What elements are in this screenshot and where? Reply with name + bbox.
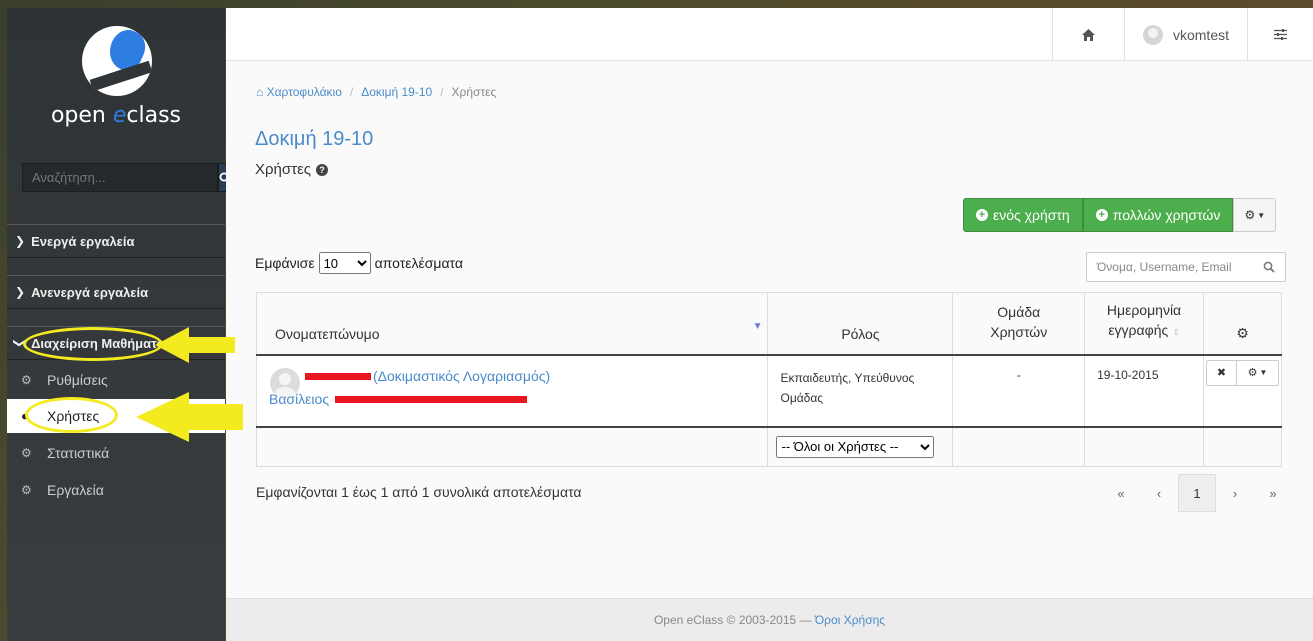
sort-desc-icon: ▼ <box>752 321 763 332</box>
sliders-icon <box>1274 29 1287 40</box>
user-actions-group: + ενός χρήστη + πολλών χρηστών ⚙ ▼ <box>963 198 1277 232</box>
user-email-link[interactable]: Βασίλειος <box>269 391 755 411</box>
home-icon <box>1082 28 1095 41</box>
caret-down-icon: ▼ <box>1259 368 1268 377</box>
sidebar-search-input[interactable] <box>22 163 218 192</box>
user-role-cell: Εκπαιδευτής, Υπεύθυνος Ομάδας <box>767 354 954 427</box>
eclass-logo[interactable] <box>82 26 152 96</box>
add-many-users-button[interactable]: + πολλών χρηστών <box>1082 198 1234 232</box>
gears-icon: ⚙ <box>21 483 32 497</box>
table-filter-input[interactable]: Όνομα, Username, Email <box>1086 252 1286 282</box>
sidebar-search <box>22 163 232 192</box>
column-header-group[interactable]: Ομάδα Χρηστών <box>952 292 1086 356</box>
close-icon: ✖ <box>1216 367 1227 379</box>
footer: Open eClass © 2003-2015 — Όροι Χρήσης <box>226 598 1313 641</box>
user-group-cell: - <box>952 354 1086 427</box>
gears-icon: ⚙ <box>1236 324 1249 341</box>
avatar <box>1142 24 1163 45</box>
sidebar: open eclass ❯ Ενεργά εργαλεία ❯ Ανενεργά… <box>7 8 232 641</box>
top-navbar: vkomtest <box>226 8 1313 61</box>
table-row: (Δοκιμαστικός Λογαριασμός) Βασίλειος Εκπ… <box>255 354 1283 427</box>
user-options-dropdown[interactable]: ⚙ ▼ <box>1236 359 1279 386</box>
page-length-control: Εμφάνισε 10 αποτελέσματα <box>255 252 463 274</box>
chevron-right-icon: ❯ <box>15 285 26 299</box>
user-date-cell: 19-10-2015 <box>1084 354 1204 427</box>
highlight-ellipse <box>23 327 163 361</box>
main-content: vkomtest ⌂ Χαρτοφυλάκιο / Δοκιμή 19-10 /… <box>226 8 1313 641</box>
gears-icon: ⚙ <box>1244 208 1256 222</box>
add-one-user-button[interactable]: + ενός χρήστη <box>963 198 1083 232</box>
chevron-right-icon: ❯ <box>15 234 26 248</box>
user-name-cell: (Δοκιμαστικός Λογαριασμός) Βασίλειος <box>255 354 769 427</box>
pagination-prev[interactable]: ‹ <box>1140 474 1178 512</box>
help-icon[interactable]: ? <box>315 163 328 176</box>
table-info: Εμφανίζονται 1 έως 1 από 1 συνολικά αποτ… <box>256 484 582 500</box>
user-name-link[interactable]: (Δοκιμαστικός Λογαριασμός) <box>305 368 755 388</box>
highlight-ellipse <box>25 397 118 433</box>
redaction-mark <box>334 396 527 404</box>
more-actions-dropdown[interactable]: ⚙ ▼ <box>1233 198 1277 232</box>
plus-circle-icon: + <box>976 209 988 221</box>
pagination: « ‹ 1 › » <box>1102 474 1292 512</box>
search-icon <box>1263 261 1275 273</box>
role-filter-select[interactable]: -- Όλοι οι Χρήστες -- <box>776 435 935 458</box>
breadcrumb-current: Χρήστες <box>451 85 497 99</box>
user-actions-cell: ✖ ⚙ ▼ <box>1202 354 1283 427</box>
redaction-mark <box>305 373 371 381</box>
home-icon: ⌂ <box>256 85 264 99</box>
gears-icon: ⚙ <box>21 446 32 460</box>
user-menu[interactable]: vkomtest <box>1124 8 1247 61</box>
breadcrumb-course[interactable]: Δοκιμή 19-10 <box>361 85 432 99</box>
column-header-name[interactable]: Ονοματεπώνυμο ▼ <box>255 292 769 356</box>
table-filter-row: -- Όλοι οι Χρήστες -- <box>255 425 1283 467</box>
arrow-left-icon <box>136 392 243 442</box>
gears-icon: ⚙ <box>21 373 32 387</box>
plus-circle-icon: + <box>1095 209 1108 221</box>
sort-icon: ⇕ <box>1172 326 1180 337</box>
sidebar-section-inactive-tools[interactable]: ❯ Ανενεργά εργαλεία <box>7 275 225 309</box>
column-header-date[interactable]: Ημερομηνία εγγραφής ⇕ <box>1084 292 1204 356</box>
settings-toggle-button[interactable] <box>1247 8 1313 61</box>
course-title[interactable]: Δοκιμή 19-10 <box>255 128 373 151</box>
users-table: Ονοματεπώνυμο ▼ Ρόλος Ομάδα Χρηστών Ημερο… <box>255 292 1283 467</box>
breadcrumb-portfolio[interactable]: ⌂ Χαρτοφυλάκιο <box>256 85 342 99</box>
home-button[interactable] <box>1052 8 1124 61</box>
pagination-page-1[interactable]: 1 <box>1178 474 1216 512</box>
remove-user-button[interactable]: ✖ <box>1205 359 1237 386</box>
column-header-role[interactable]: Ρόλος <box>767 292 954 356</box>
breadcrumb: ⌂ Χαρτοφυλάκιο / Δοκιμή 19-10 / Χρήστες <box>256 85 497 99</box>
brand-name: open eclass <box>50 103 182 128</box>
terms-link[interactable]: Όροι Χρήσης <box>815 613 885 627</box>
pagination-next[interactable]: › <box>1216 474 1254 512</box>
sidebar-section-active-tools[interactable]: ❯ Ενεργά εργαλεία <box>7 224 225 258</box>
pagination-last[interactable]: » <box>1254 474 1292 512</box>
page-title: Χρήστες ? <box>255 161 328 178</box>
sidebar-item-tools[interactable]: ⚙ Εργαλεία <box>7 473 225 507</box>
gears-icon: ⚙ <box>1247 367 1258 379</box>
arrow-left-icon <box>155 327 235 363</box>
caret-down-icon: ▼ <box>1257 210 1266 220</box>
pagination-first[interactable]: « <box>1102 474 1140 512</box>
page-length-select[interactable]: 10 <box>318 252 371 274</box>
column-header-actions: ⚙ <box>1202 292 1283 356</box>
